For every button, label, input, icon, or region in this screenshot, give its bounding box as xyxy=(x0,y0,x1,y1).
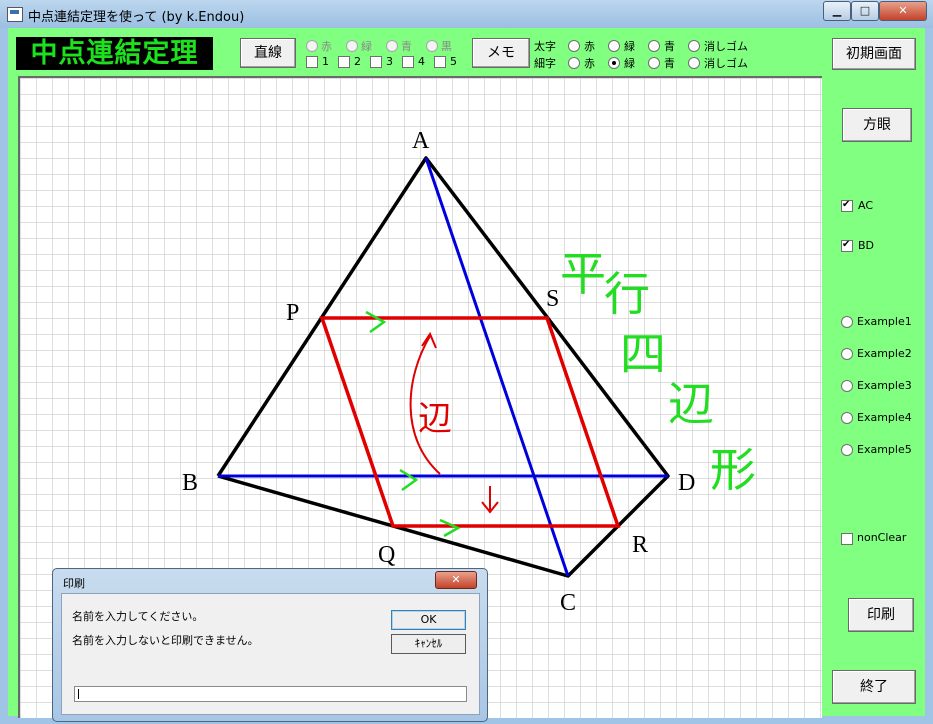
line-1-checkbox[interactable] xyxy=(306,56,318,68)
example2-label: Example2 xyxy=(857,347,912,360)
thin-eraser-label: 消しゴム xyxy=(704,57,748,70)
line-color-black-radio[interactable] xyxy=(426,40,438,52)
line-color-green-radio[interactable] xyxy=(346,40,358,52)
line-4-label: 4 xyxy=(418,55,425,68)
label-q: Q xyxy=(378,542,395,568)
line-2-label: 2 xyxy=(354,55,361,68)
bd-label: BD xyxy=(858,239,875,252)
example1-label: Example1 xyxy=(857,315,912,328)
window-title: 中点連結定理を使って (by k.Endou) xyxy=(28,10,245,25)
thin-green-label: 緑 xyxy=(624,57,635,70)
dialog-close-button[interactable]: ✕ xyxy=(435,571,477,589)
thick-eraser-radio[interactable] xyxy=(688,40,700,52)
line-5-checkbox[interactable] xyxy=(434,56,446,68)
line-color-blue-label: 青 xyxy=(401,40,412,53)
line-3-checkbox[interactable] xyxy=(370,56,382,68)
thin-label: 細字 xyxy=(534,57,556,70)
print-dialog: 印刷 ✕ 名前を入力してください。 名前を入力しないと印刷できません。 OK ｷ… xyxy=(52,568,488,722)
thin-blue-radio[interactable] xyxy=(648,57,660,69)
example5-label: Example5 xyxy=(857,443,912,456)
app-logo: 中点連結定理 xyxy=(16,37,213,70)
line-color-green-label: 緑 xyxy=(361,40,372,53)
ac-label: AC xyxy=(858,199,874,212)
dialog-message-1: 名前を入力してください。 xyxy=(72,610,204,623)
nonclear-checkbox[interactable] xyxy=(841,533,853,545)
close-button[interactable]: ✕ xyxy=(879,1,927,21)
print-button[interactable]: 印刷 xyxy=(848,598,914,632)
dialog-title: 印刷 xyxy=(63,577,85,590)
thin-green-radio[interactable] xyxy=(608,57,620,69)
thick-blue-label: 青 xyxy=(664,40,675,53)
annotation-char-4: 辺 xyxy=(668,377,714,431)
annotation-char-1: 平 xyxy=(560,247,606,301)
thin-eraser-radio[interactable] xyxy=(688,57,700,69)
thick-green-radio[interactable] xyxy=(608,40,620,52)
line-4-checkbox[interactable] xyxy=(402,56,414,68)
thick-eraser-label: 消しゴム xyxy=(704,40,748,53)
ac-checkbox[interactable] xyxy=(841,199,853,212)
dialog-message-2: 名前を入力しないと印刷できません。 xyxy=(72,634,259,647)
label-b: B xyxy=(182,470,198,496)
label-c: C xyxy=(560,590,576,616)
example3-radio[interactable] xyxy=(841,380,853,392)
thin-blue-label: 青 xyxy=(664,57,675,70)
ok-button[interactable]: OK xyxy=(391,610,466,630)
line-color-red-label: 赤 xyxy=(321,40,332,53)
example4-label: Example4 xyxy=(857,411,912,424)
thick-green-label: 緑 xyxy=(624,40,635,53)
line-3-label: 3 xyxy=(386,55,393,68)
annotation-char-5: 形 xyxy=(710,443,756,497)
line-color-blue-radio[interactable] xyxy=(386,40,398,52)
nonclear-label: nonClear xyxy=(857,531,907,544)
line-2-checkbox[interactable] xyxy=(338,56,350,68)
label-d: D xyxy=(678,470,695,496)
annotation-hen: 辺 xyxy=(418,399,452,439)
exit-button[interactable]: 終了 xyxy=(832,670,916,704)
dialog-body: 名前を入力してください。 名前を入力しないと印刷できません。 OK ｷｬﾝｾﾙ xyxy=(61,593,480,715)
title-bar[interactable]: 中点連結定理を使って (by k.Endou) ▁ □ ✕ xyxy=(0,0,933,28)
example3-label: Example3 xyxy=(857,379,912,392)
thin-red-radio[interactable] xyxy=(568,57,580,69)
example4-radio[interactable] xyxy=(841,412,853,424)
label-s: S xyxy=(546,286,559,312)
line-button[interactable]: 直線 xyxy=(240,38,296,68)
thick-label: 太字 xyxy=(534,40,556,53)
name-input[interactable] xyxy=(74,686,467,702)
grid-button[interactable]: 方眼 xyxy=(842,108,912,142)
line-color-black-label: 黒 xyxy=(441,40,452,53)
line-color-red-radio[interactable] xyxy=(306,40,318,52)
label-p: P xyxy=(286,300,299,326)
cancel-button[interactable]: ｷｬﾝｾﾙ xyxy=(391,634,466,654)
reset-button[interactable]: 初期画面 xyxy=(832,38,916,70)
label-a: A xyxy=(412,128,430,154)
label-r: R xyxy=(632,532,648,558)
minimize-button[interactable]: ▁ xyxy=(823,1,851,21)
app-icon xyxy=(7,7,23,22)
example1-radio[interactable] xyxy=(841,316,853,328)
example2-radio[interactable] xyxy=(841,348,853,360)
thin-red-label: 赤 xyxy=(584,57,595,70)
thick-red-radio[interactable] xyxy=(568,40,580,52)
text-caret xyxy=(78,689,79,699)
thick-red-label: 赤 xyxy=(584,40,595,53)
app-window: 中点連結定理を使って (by k.Endou) ▁ □ ✕ 中点連結定理 直線 … xyxy=(0,0,933,724)
memo-button[interactable]: メモ xyxy=(472,38,530,68)
thick-blue-radio[interactable] xyxy=(648,40,660,52)
annotation-char-3: 四 xyxy=(620,327,666,381)
annotation-char-2: 行 xyxy=(604,267,650,321)
example5-radio[interactable] xyxy=(841,444,853,456)
line-1-label: 1 xyxy=(322,55,329,68)
maximize-button[interactable]: □ xyxy=(851,1,879,21)
line-5-label: 5 xyxy=(450,55,457,68)
bd-checkbox[interactable] xyxy=(841,239,853,252)
